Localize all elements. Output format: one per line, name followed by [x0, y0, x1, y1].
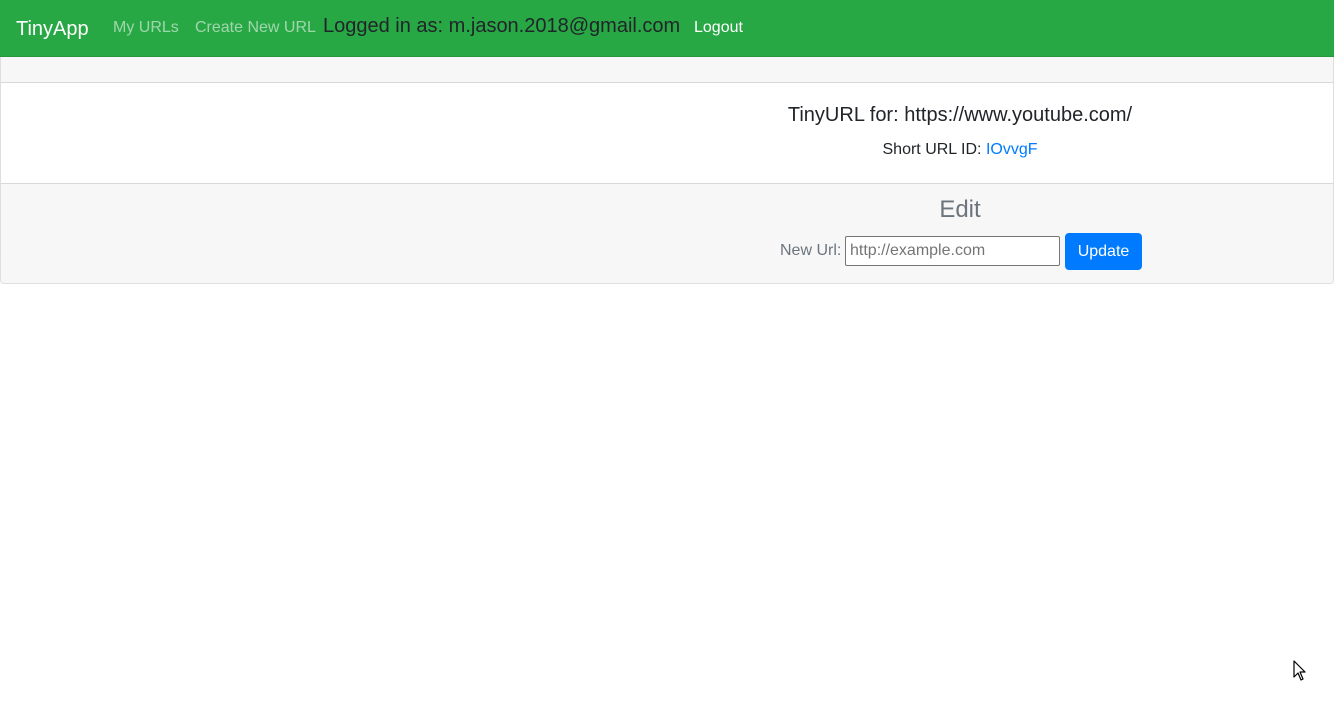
short-url-text: Short URL ID: IOvvgF [1, 141, 1333, 159]
navbar: TinyApp My URLs Create New URL Logged in… [0, 0, 1334, 57]
nav-my-urls[interactable]: My URLs [113, 19, 179, 37]
edit-heading: Edit [939, 196, 981, 223]
edit-section: Edit New Url: Update [1, 183, 1333, 283]
update-button[interactable]: Update [1065, 233, 1142, 270]
new-url-input[interactable] [845, 236, 1060, 266]
brand-link[interactable]: TinyApp [16, 17, 89, 41]
url-card: TinyURL for: https://www.youtube.com/ Sh… [0, 57, 1334, 284]
logged-in-status: Logged in as: m.jason.2018@gmail.com [323, 15, 681, 37]
card-title: TinyURL for: https://www.youtube.com/ [787, 104, 1133, 126]
short-url-label: Short URL ID: [882, 141, 986, 158]
card-header [1, 57, 1333, 83]
card-body: TinyURL for: https://www.youtube.com/ Sh… [1, 83, 1333, 184]
logout-link[interactable]: Logout [694, 19, 743, 37]
new-url-label: New Url: [780, 242, 842, 259]
nav-create-new-url[interactable]: Create New URL [195, 19, 316, 37]
mouse-pointer-icon [1293, 660, 1306, 681]
short-url-id-link[interactable]: IOvvgF [986, 141, 1038, 158]
